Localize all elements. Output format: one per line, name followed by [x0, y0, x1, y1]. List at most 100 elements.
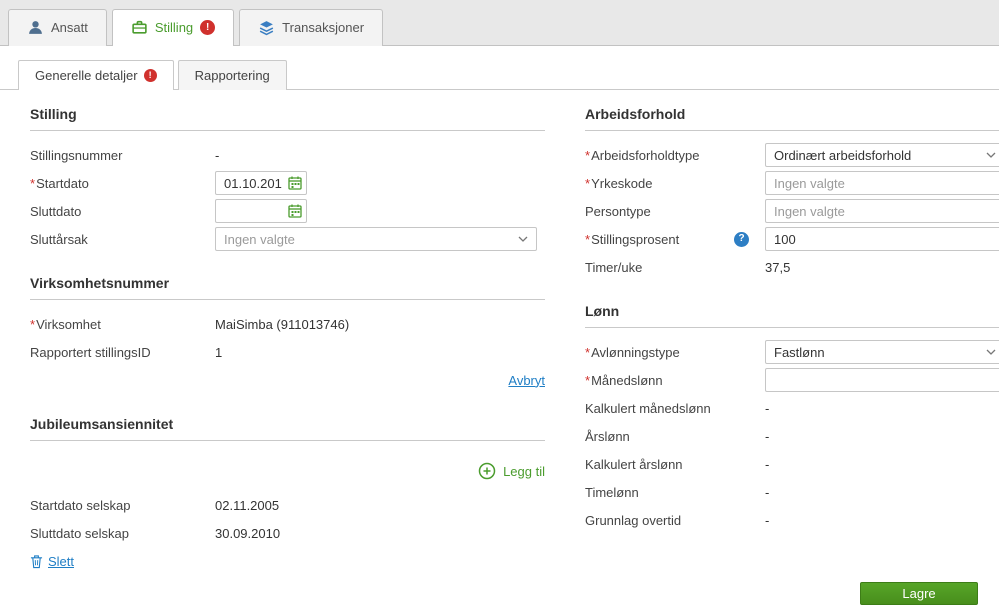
sluttdato-label: Sluttdato — [30, 203, 82, 219]
field-startdato-selskap: Startdato selskap 02.11.2005 — [30, 491, 545, 519]
section-title-lonn: Lønn — [585, 303, 999, 328]
rapportert-stillingsid-label: Rapportert stillingsID — [30, 344, 151, 360]
briefcase-icon — [131, 19, 148, 36]
section-lonn: Lønn * Avlønningstype Fastlønn * Månedsl… — [585, 303, 999, 534]
virksomhet-value: MaiSimba (911013746) — [215, 316, 350, 332]
section-jubileumsansiennitet: Jubileumsansiennitet Legg til Startdato … — [30, 416, 545, 575]
field-kalkulert-arslonn: Kalkulert årslønn - — [585, 450, 999, 478]
arbeidsforholdtype-label: Arbeidsforholdtype — [591, 147, 700, 163]
field-manedslonn: * Månedslønn — [585, 366, 999, 394]
field-rapportert-stillingsid: Rapportert stillingsID 1 — [30, 338, 545, 366]
timer-uke-label: Timer/uke — [585, 259, 643, 275]
required-marker: * — [585, 344, 591, 360]
arslonn-value: - — [765, 428, 770, 444]
manedslonn-input[interactable] — [765, 368, 999, 392]
section-virksomhetsnummer: Virksomhetsnummer * Virksomhet MaiSimba … — [30, 275, 545, 394]
transactions-icon — [258, 19, 275, 36]
avlonningstype-label: Avlønningstype — [591, 344, 680, 360]
left-column: Stilling Stillingsnummer - * Startdato 0… — [30, 106, 545, 597]
chevron-down-icon — [518, 236, 528, 242]
required-marker: * — [585, 372, 591, 388]
kalkulert-arslonn-value: - — [765, 456, 770, 472]
virksomhet-label: Virksomhet — [36, 316, 101, 332]
kalkulert-manedslonn-label: Kalkulert månedslønn — [585, 400, 711, 416]
slett-label: Slett — [48, 553, 75, 569]
sluttdato-selskap-label: Sluttdato selskap — [30, 525, 130, 541]
yrkeskode-input[interactable] — [765, 171, 999, 195]
field-grunnlag-overtid: Grunnlag overtid - — [585, 506, 999, 534]
person-icon — [27, 19, 44, 36]
tab-rapportering-label: Rapportering — [194, 68, 270, 83]
tab-generelle-detaljer[interactable]: Generelle detaljer ! — [18, 60, 174, 90]
slett-link[interactable]: Slett — [30, 554, 74, 569]
required-marker: * — [585, 147, 591, 163]
rapportert-stillingsid-value: 1 — [215, 344, 223, 360]
field-sluttdato: Sluttdato — [30, 197, 545, 225]
chevron-down-icon — [986, 349, 996, 355]
field-sluttarsak: Sluttårsak Ingen valgte — [30, 225, 545, 253]
plus-circle-icon — [478, 462, 496, 480]
kalkulert-manedslonn-value: - — [765, 400, 770, 416]
timer-uke-value: 37,5 — [765, 259, 791, 275]
field-stillingsprosent: * Stillingsprosent ? — [585, 225, 999, 253]
startdato-selskap-label: Startdato selskap — [30, 497, 131, 513]
section-title-virksomhetsnummer: Virksomhetsnummer — [30, 275, 545, 300]
arbeidsforholdtype-select[interactable]: Ordinært arbeidsforhold — [765, 143, 999, 167]
section-stilling: Stilling Stillingsnummer - * Startdato 0… — [30, 106, 545, 253]
field-startdato: * Startdato — [30, 169, 545, 197]
right-column: Arbeidsforhold * Arbeidsforholdtype Ordi… — [585, 106, 999, 597]
avbryt-link[interactable]: Avbryt — [508, 373, 545, 388]
timelonn-label: Timelønn — [585, 484, 639, 500]
help-icon[interactable]: ? — [734, 231, 749, 247]
calendar-icon[interactable] — [287, 175, 303, 191]
stillingsprosent-input[interactable] — [765, 227, 999, 251]
section-arbeidsforhold: Arbeidsforhold * Arbeidsforholdtype Ordi… — [585, 106, 999, 281]
arslonn-label: Årslønn — [585, 428, 630, 444]
avlonningstype-value: Fastlønn — [774, 344, 825, 360]
section-title-arbeidsforhold: Arbeidsforhold — [585, 106, 999, 131]
sub-tab-bar: Generelle detaljer ! Rapportering — [0, 46, 999, 90]
lagre-button[interactable]: Lagre — [860, 582, 978, 605]
top-tab-bar: Ansatt Stilling ! Transaksjoner — [0, 0, 999, 46]
tab-stilling[interactable]: Stilling ! — [111, 9, 235, 46]
grunnlag-overtid-value: - — [765, 512, 770, 528]
field-avlonningstype: * Avlønningstype Fastlønn — [585, 338, 999, 366]
required-marker: * — [30, 175, 36, 191]
required-marker: * — [585, 175, 591, 191]
manedslonn-label: Månedslønn — [591, 372, 663, 388]
tab-rapportering[interactable]: Rapportering — [177, 60, 287, 90]
stillingsprosent-label: Stillingsprosent — [591, 231, 680, 247]
field-yrkeskode: * Yrkeskode — [585, 169, 999, 197]
legg-til-link[interactable]: Legg til — [478, 462, 545, 480]
tab-ansatt-label: Ansatt — [51, 20, 88, 35]
sluttarsak-placeholder: Ingen valgte — [224, 231, 295, 247]
persontype-input[interactable] — [765, 199, 999, 223]
chevron-down-icon — [986, 152, 996, 158]
grunnlag-overtid-label: Grunnlag overtid — [585, 512, 682, 528]
stillingsnummer-value: - — [215, 147, 220, 163]
avbryt-row: Avbryt — [30, 366, 545, 394]
kalkulert-arslonn-label: Kalkulert årslønn — [585, 456, 683, 472]
sluttarsak-select[interactable]: Ingen valgte — [215, 227, 537, 251]
arbeidsforholdtype-value: Ordinært arbeidsforhold — [774, 147, 912, 163]
trash-icon — [30, 554, 43, 569]
sluttarsak-label: Sluttårsak — [30, 231, 88, 247]
field-persontype: Persontype — [585, 197, 999, 225]
timelonn-value: - — [765, 484, 770, 500]
warning-badge: ! — [143, 69, 157, 82]
required-marker: * — [30, 316, 36, 332]
field-arslonn: Årslønn - — [585, 422, 999, 450]
startdato-label: Startdato — [36, 175, 89, 191]
avlonningstype-select[interactable]: Fastlønn — [765, 340, 999, 364]
main-content: Stilling Stillingsnummer - * Startdato 0… — [0, 90, 999, 597]
field-timelonn: Timelønn - — [585, 478, 999, 506]
tab-transaksjoner[interactable]: Transaksjoner — [239, 9, 384, 46]
sluttdato-selskap-value: 30.09.2010 — [215, 525, 281, 541]
legg-til-row: Legg til — [30, 451, 545, 491]
tab-ansatt[interactable]: Ansatt — [8, 9, 107, 46]
persontype-label: Persontype — [585, 203, 651, 219]
section-title-stilling: Stilling — [30, 106, 545, 131]
required-marker: * — [585, 231, 591, 247]
calendar-icon[interactable] — [287, 203, 303, 219]
slett-row: Slett — [30, 547, 545, 575]
